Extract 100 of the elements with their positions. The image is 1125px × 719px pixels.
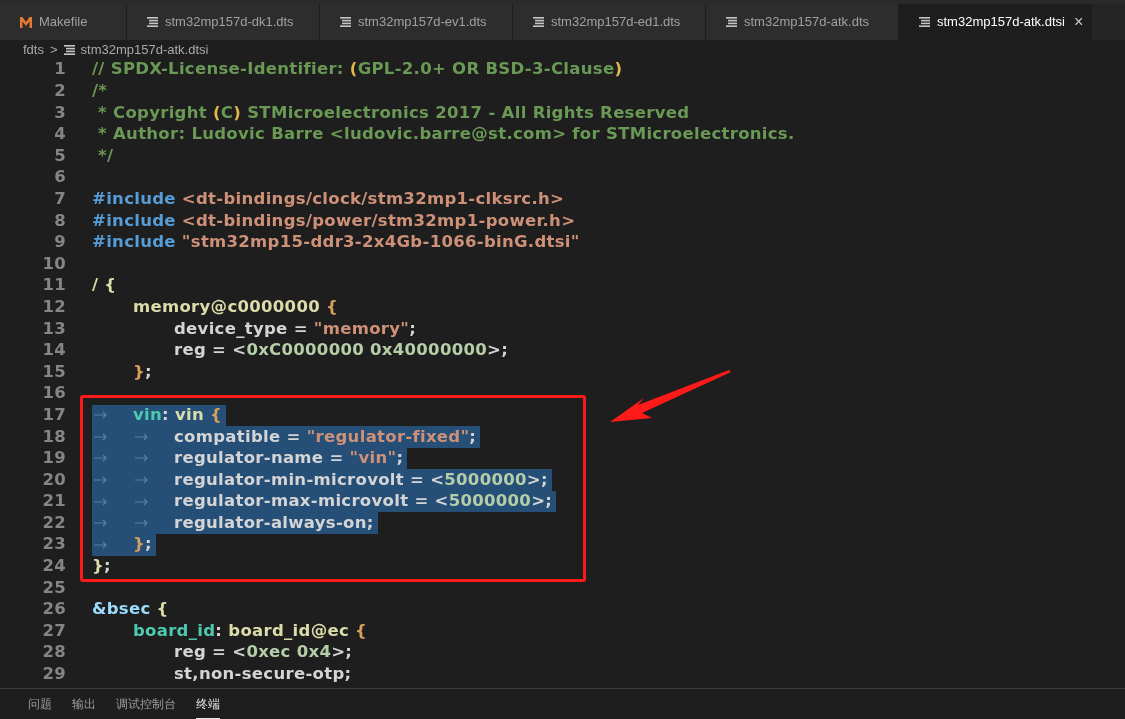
line-number: 7 (53, 188, 66, 210)
line-number: 29 (41, 663, 66, 686)
file-lines-icon (147, 17, 158, 27)
panel-tab[interactable]: 问题 (28, 689, 52, 719)
code-token: >; (531, 490, 553, 513)
editor-tab[interactable]: Makefile (0, 4, 127, 40)
code-token: >; (526, 468, 548, 491)
panel-tab[interactable]: 调试控制台 (116, 689, 176, 719)
code-token: vin (133, 403, 163, 426)
code-token: reg (174, 641, 207, 664)
tab-arrow-icon (135, 497, 149, 506)
code-token: 5000000 (448, 490, 532, 513)
code-token: st,non-secure-otp; (174, 663, 352, 686)
code-token: ; (409, 317, 417, 340)
file-lines-icon (340, 17, 351, 27)
code-token: ; (469, 425, 477, 448)
line-number: 16 (41, 382, 66, 405)
breadcrumb-file[interactable]: stm32mp157d-atk.dtsi (80, 39, 209, 60)
file-lines-icon (919, 17, 930, 27)
code-token: / { (92, 274, 117, 297)
code-token: = (328, 447, 345, 470)
line-number: 4 (53, 123, 66, 146)
editor-tab[interactable]: stm32mp157d-atk.dtsi × (899, 4, 1092, 40)
tab-arrow-icon (135, 432, 149, 441)
code-token: } (92, 555, 105, 578)
code-token: regulator-min-microvolt (174, 468, 404, 491)
code-token: "vin" (349, 447, 397, 470)
line-number: 3 (53, 101, 66, 124)
line-number: 15 (41, 360, 66, 383)
code-token: * Author: Ludovic Barre <ludovic.barre@st.com> for STMicroelectronics. (97, 123, 795, 146)
close-tab-button[interactable]: × (1073, 10, 1084, 34)
code-token: #include (92, 231, 177, 254)
line-number: 13 (41, 317, 66, 340)
tab-arrow-icon (135, 519, 149, 528)
code-token: regulator-always-on; (174, 511, 374, 534)
code-token: <dt-bindings/power/stm32mp1-power.h> (181, 209, 576, 232)
file-lines-icon (533, 17, 544, 27)
line-number: 23 (41, 533, 66, 556)
editor-tab[interactable]: stm32mp157d-atk.dts (706, 4, 899, 40)
code-token: */ (97, 144, 114, 167)
breadcrumb-folder[interactable]: fdts (23, 39, 44, 60)
line-number: 27 (41, 619, 66, 642)
tab-arrow-icon (135, 454, 149, 463)
code-token: = < (409, 468, 445, 491)
code-token: device_type (174, 317, 288, 340)
code-token: board_id (133, 619, 216, 642)
code-token: STMicroelectronics 2017 - All Rights Reserved (246, 101, 690, 124)
line-number: 6 (53, 166, 66, 189)
code-token: 5000000 (444, 468, 527, 491)
tab-arrow-icon (135, 476, 149, 485)
code-token: #include (92, 209, 177, 232)
m-letter-icon (20, 16, 32, 28)
code-token: ) (233, 101, 242, 124)
tab-arrow-icon (94, 540, 108, 549)
code-token: GPL-2.0+ OR BSD-3-Clause (357, 59, 615, 81)
code-token: board_id@ec (228, 619, 350, 642)
code-token: ; (145, 360, 152, 383)
tab-arrow-icon (94, 454, 108, 463)
code-token: reg (174, 339, 207, 362)
code-token: { (354, 619, 368, 642)
code-token: { (209, 403, 223, 426)
code-token: regulator-name (174, 447, 324, 470)
editor-tab[interactable]: stm32mp157d-ed1.dts (513, 4, 706, 40)
tab-arrow-icon (94, 476, 108, 485)
code-token: { (325, 295, 339, 318)
code-token: "memory" (313, 317, 410, 340)
line-number: 18 (41, 425, 66, 448)
line-number: 1 (53, 59, 66, 81)
code-token: vin (175, 403, 205, 426)
file-lines-icon (63, 44, 75, 55)
code-token: } (133, 533, 146, 556)
tab-arrow-icon (94, 519, 108, 528)
code-token: <dt-bindings/clock/stm32mp1-clksrc.h> (181, 188, 565, 210)
line-number: 22 (41, 511, 66, 534)
line-number: 9 (53, 231, 66, 254)
panel-tab[interactable]: 输出 (72, 689, 96, 719)
code-token: C (220, 101, 234, 124)
line-number: 26 (41, 598, 66, 621)
code-token: ) (614, 59, 623, 81)
code-token: ( (213, 101, 221, 124)
code-token: = (285, 425, 302, 448)
code-token: regulator-max-microvolt (174, 490, 409, 513)
line-number: 5 (53, 144, 66, 167)
code-token: >; (487, 339, 509, 362)
line-number: 19 (41, 447, 66, 470)
code-token: 0xec 0x4 (246, 641, 332, 664)
editor-tab[interactable]: stm32mp157d-ev1.dts (320, 4, 513, 40)
panel-tab[interactable]: 终端 (196, 689, 220, 719)
code-token: = (292, 317, 309, 340)
code-token: = < (211, 641, 247, 664)
line-number: 14 (41, 339, 66, 362)
code-token: } (133, 360, 146, 383)
code-token: = < (211, 339, 247, 362)
code-token: * Copyright (97, 101, 208, 124)
code-token: 0xC0000000 0x40000000 (246, 339, 487, 362)
editor-tab[interactable]: stm32mp157d-dk1.dts (127, 4, 320, 40)
code-token: : (215, 619, 224, 642)
line-number: 2 (53, 80, 66, 102)
code-token: // SPDX-License-Identifier: (92, 59, 345, 81)
line-number: 12 (41, 295, 66, 318)
